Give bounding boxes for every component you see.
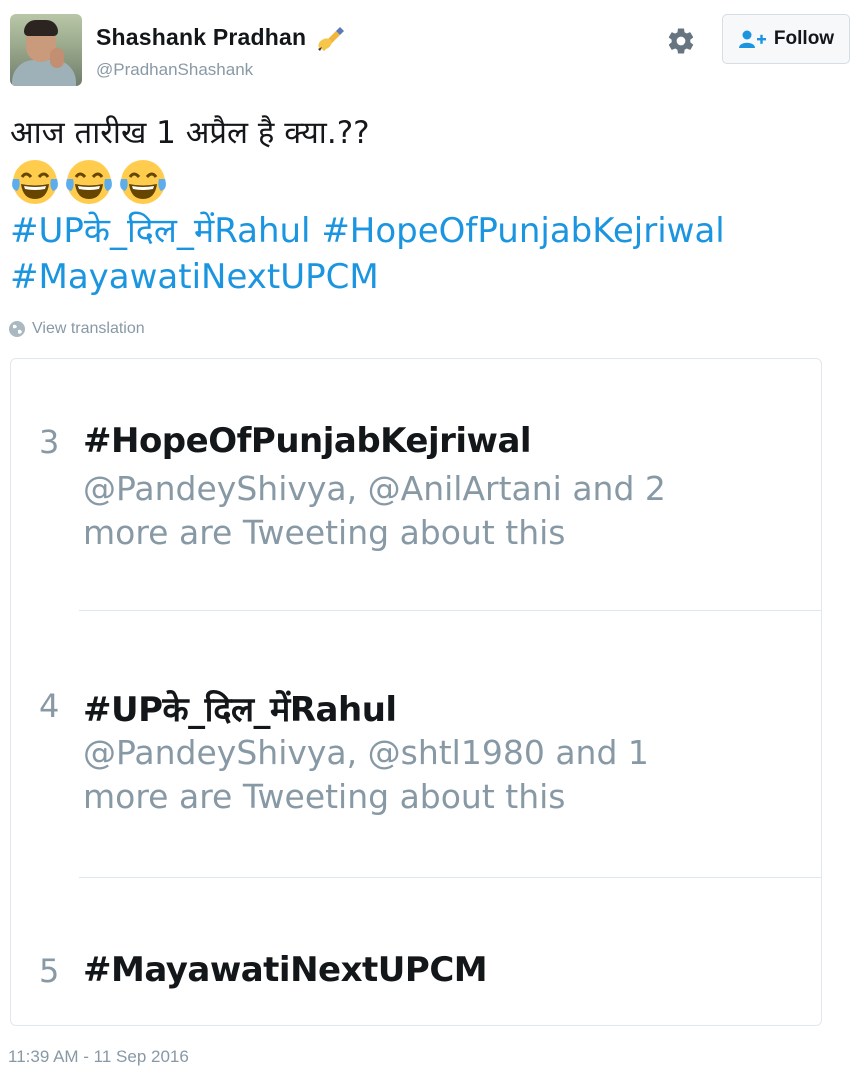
gear-icon[interactable] [666,26,696,56]
tweet-text: आज तारीख 1 अप्रैल है क्या.?? #UPके_दिल_म… [10,110,840,300]
tweet-header: Shashank Pradhan @PradhanShashank Follow [10,14,850,88]
hashtag-link[interactable]: #MayawatiNextUPCM [10,257,379,297]
avatar[interactable] [10,14,82,86]
user-handle[interactable]: @PradhanShashank [96,60,253,80]
face-with-tears-of-joy-icon [66,160,112,204]
add-user-icon [738,30,766,48]
emoji-row [10,156,840,208]
hashtag-link[interactable]: #HopeOfPunjabKejriwal [321,211,724,251]
name-row: Shashank Pradhan [96,24,346,51]
face-with-tears-of-joy-icon [12,160,58,204]
trend-rank: 3 [39,423,60,461]
tweet-timestamp[interactable]: 11:39 AM - 11 Sep 2016 [8,1047,189,1067]
writing-hand-icon [318,26,345,51]
trend-item[interactable]: 5 #MayawatiNextUPCM [11,878,821,1025]
tweet-body: आज तारीख 1 अप्रैल है क्या.?? [10,115,370,151]
globe-icon [9,321,25,337]
trend-rank: 4 [39,687,60,725]
view-translation-link[interactable]: View translation [8,320,145,338]
trend-description-line: more are Tweeting about this [83,777,566,816]
trend-description: @PandeyShivya, @shtl1980 and 1 more are … [83,731,723,819]
trend-description-line: @PandeyShivya, @AnilArtani and 2 [83,469,666,508]
trend-description-line: more are Tweeting about this [83,513,566,552]
trend-description-line: @PandeyShivya, @shtl1980 and 1 [83,733,649,772]
trend-hashtag[interactable]: #UPके_दिल_मेंRahul [83,685,397,731]
trend-hashtag[interactable]: #HopeOfPunjabKejriwal [83,421,532,461]
trends-card: 3 #HopeOfPunjabKejriwal @PandeyShivya, @… [10,358,822,1026]
trend-hashtag[interactable]: #MayawatiNextUPCM [83,950,488,990]
trend-item[interactable]: 4 #UPके_दिल_मेंRahul @PandeyShivya, @sht… [11,611,821,877]
trend-item[interactable]: 3 #HopeOfPunjabKejriwal @PandeyShivya, @… [11,359,821,611]
trend-rank: 5 [39,952,60,990]
trend-description: @PandeyShivya, @AnilArtani and 2 more ar… [83,467,723,555]
follow-button[interactable]: Follow [722,14,850,64]
hashtags: #UPके_दिल_मेंRahul #HopeOfPunjabKejriwal… [10,208,840,300]
face-with-tears-of-joy-icon [120,160,166,204]
hashtag-link[interactable]: #UPके_दिल_मेंRahul [10,211,311,251]
view-translation-label: View translation [32,320,145,337]
follow-label: Follow [773,28,835,49]
user-name[interactable]: Shashank Pradhan [96,24,306,51]
